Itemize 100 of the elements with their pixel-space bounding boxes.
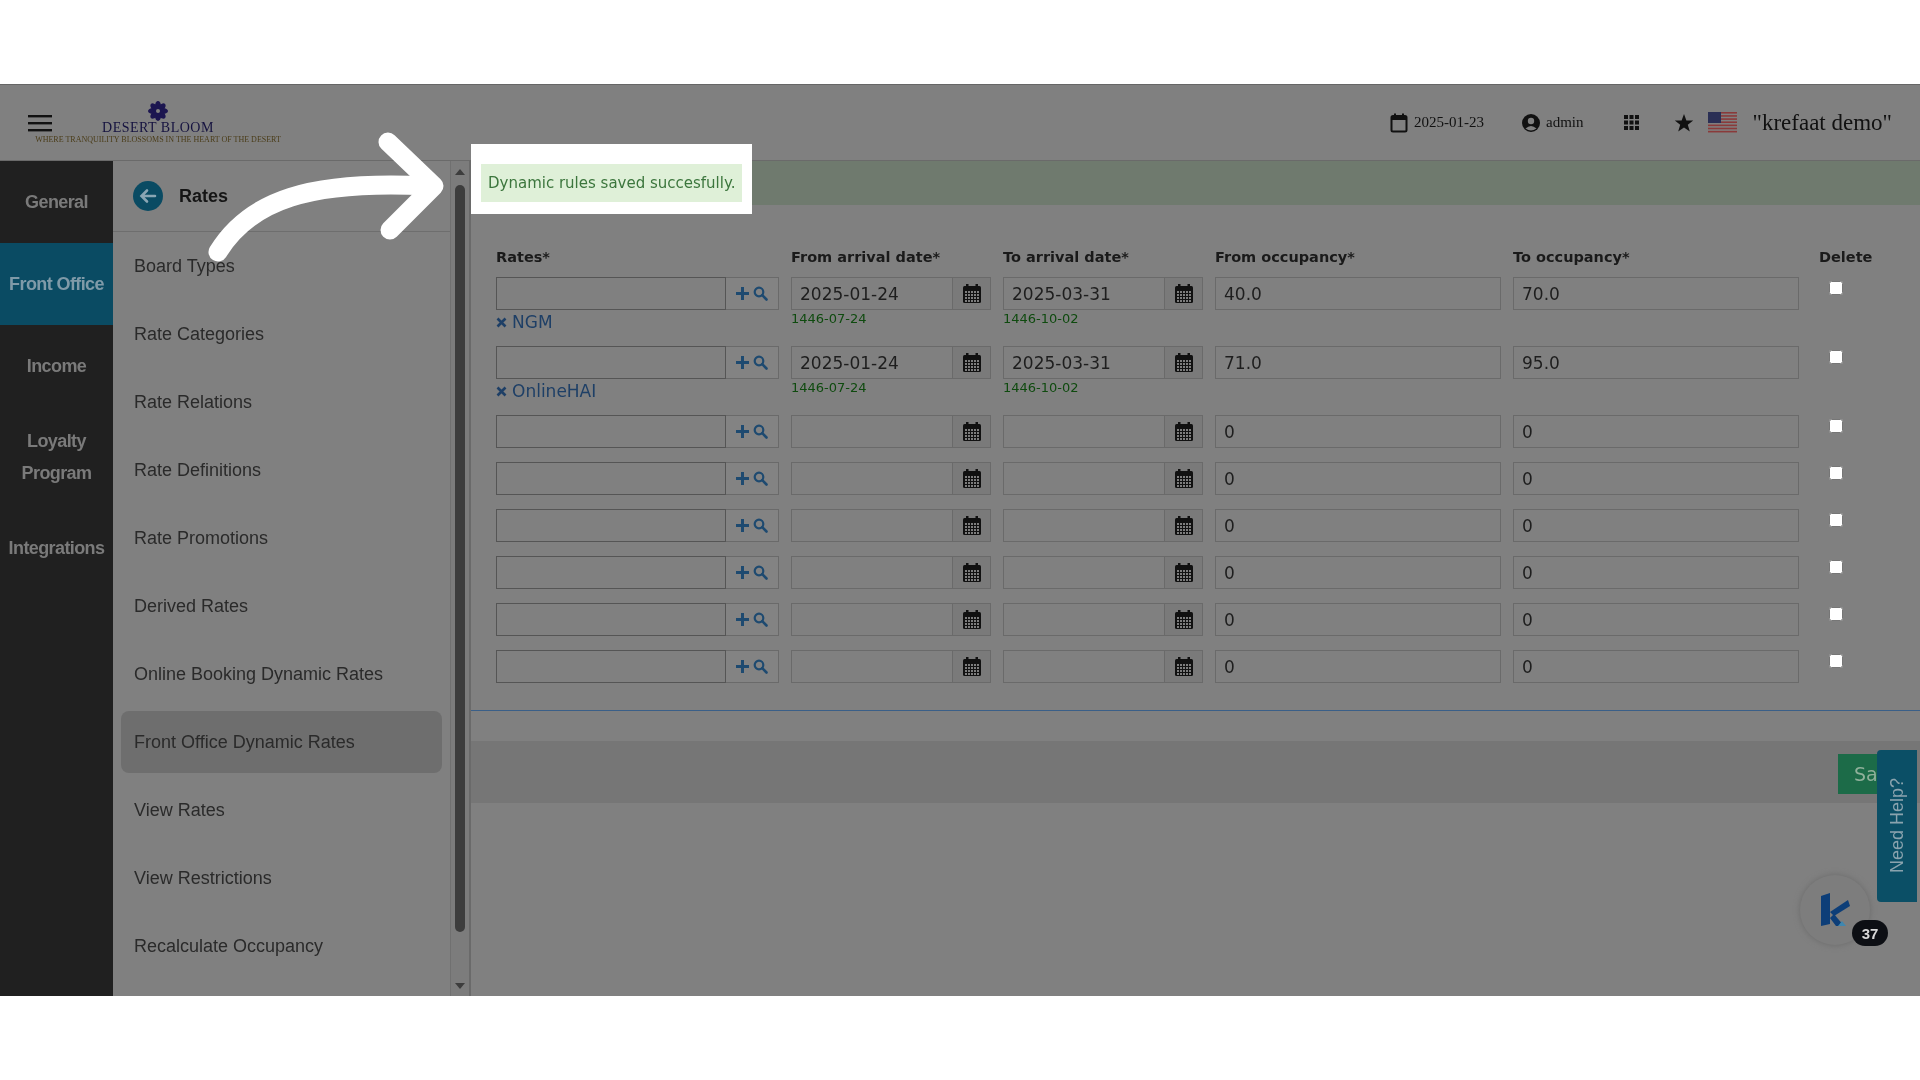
logo-name: DESERT BLOOM [102, 121, 214, 135]
occupancy-field[interactable]: 0 [1513, 415, 1799, 448]
delete-checkbox[interactable] [1829, 419, 1843, 433]
menu-icon[interactable] [28, 113, 52, 132]
module-tab[interactable]: Front Office [0, 243, 113, 325]
submenu-item[interactable]: Front Office Dynamic Rates [121, 711, 442, 773]
submenu-item[interactable]: Rate Relations [121, 371, 442, 433]
occupancy-field[interactable]: 0 [1215, 509, 1501, 542]
calendar-button[interactable] [1165, 556, 1203, 589]
module-tab[interactable]: Loyalty Program [0, 407, 113, 507]
occupancy-field[interactable]: 0 [1215, 603, 1501, 636]
calendar-button[interactable] [953, 462, 991, 495]
occupancy-field[interactable]: 0 [1513, 603, 1799, 636]
date-field[interactable]: 2025-01-24 [791, 277, 953, 310]
occupancy-field[interactable]: 0 [1215, 556, 1501, 589]
calendar-icon [960, 420, 983, 443]
occupancy-field[interactable]: 0 [1215, 415, 1501, 448]
module-tab[interactable]: Income [0, 325, 113, 407]
calendar-button[interactable] [1165, 509, 1203, 542]
occupancy-field[interactable]: 0 [1513, 650, 1799, 683]
save-button[interactable]: Sa [1838, 754, 1877, 794]
rate-field[interactable] [496, 509, 726, 542]
property-name[interactable]: "krefaat demo" [1752, 109, 1892, 136]
logo-tagline: WHERE TRANQUILITY BLOSSOMS IN THE HEART OF THE DESERT [35, 135, 281, 144]
submenu-item[interactable]: Rate Definitions [121, 439, 442, 501]
rate-field[interactable] [496, 650, 726, 683]
delete-checkbox[interactable] [1829, 466, 1843, 480]
calendar-button[interactable] [953, 509, 991, 542]
submenu-title: Rates [179, 185, 229, 207]
delete-checkbox[interactable] [1829, 607, 1843, 621]
submenu-item[interactable]: Rate Promotions [121, 507, 442, 569]
calendar-button[interactable] [953, 346, 991, 379]
delete-checkbox[interactable] [1829, 654, 1843, 668]
submenu-item[interactable]: Recalculate Occupancy [121, 915, 442, 977]
delete-checkbox[interactable] [1829, 350, 1843, 364]
add-search-button[interactable] [726, 603, 779, 636]
delete-checkbox[interactable] [1829, 560, 1843, 574]
calendar-icon [1172, 420, 1195, 443]
calendar-button[interactable] [1165, 415, 1203, 448]
add-search-button[interactable] [726, 650, 779, 683]
occupancy-field[interactable]: 0 [1215, 650, 1501, 683]
user-name[interactable]: admin [1546, 114, 1584, 131]
remove-icon[interactable] [496, 316, 507, 328]
submenu-item[interactable]: Online Booking Dynamic Rates [121, 643, 442, 705]
submenu-item[interactable]: View Restrictions [121, 847, 442, 909]
calendar-button[interactable] [1165, 346, 1203, 379]
calendar-button[interactable] [1165, 603, 1203, 636]
delete-checkbox[interactable] [1829, 281, 1843, 295]
add-search-button[interactable] [726, 415, 779, 448]
module-tab[interactable]: General [0, 161, 113, 243]
occupancy-field[interactable]: 40.0 [1215, 277, 1501, 310]
column-header: From arrival date* [791, 249, 942, 265]
submenu-item[interactable]: View Rates [121, 779, 442, 841]
occupancy-field[interactable]: 0 [1513, 462, 1799, 495]
date-field[interactable]: 2025-03-31 [1003, 277, 1165, 310]
help-tab[interactable]: Need Help? [1877, 750, 1917, 902]
remove-icon[interactable] [496, 385, 507, 397]
occupancy-field[interactable]: 71.0 [1215, 346, 1501, 379]
calendar-button[interactable] [1165, 277, 1203, 310]
rate-field[interactable] [496, 603, 726, 636]
calendar-button[interactable] [1165, 650, 1203, 683]
occupancy-field[interactable]: 0 [1513, 556, 1799, 589]
submenu-item[interactable]: Board Types [121, 235, 442, 297]
logo-icon [1818, 892, 1852, 928]
rate-field[interactable] [496, 556, 726, 589]
rate-field[interactable] [496, 277, 726, 310]
rate-field[interactable] [496, 462, 726, 495]
occupancy-field[interactable]: 0 [1215, 462, 1501, 495]
calendar-button[interactable] [1165, 462, 1203, 495]
add-search-button[interactable] [726, 346, 779, 379]
column-header: To arrival date* [1003, 249, 1130, 265]
hijri-date: 1446-10-02 [1003, 311, 1080, 326]
add-search-button[interactable] [726, 277, 779, 310]
occupancy-field[interactable]: 0 [1513, 509, 1799, 542]
module-tab[interactable]: Integrations [0, 507, 113, 589]
calendar-button[interactable] [953, 556, 991, 589]
occupancy-field[interactable]: 95.0 [1513, 346, 1799, 379]
delete-checkbox[interactable] [1829, 513, 1843, 527]
flag-icon[interactable] [1707, 111, 1737, 134]
occupancy-field[interactable]: 70.0 [1513, 277, 1799, 310]
add-search-button[interactable] [726, 556, 779, 589]
date-field[interactable]: 2025-03-31 [1003, 346, 1165, 379]
calendar-button[interactable] [953, 415, 991, 448]
add-search-button[interactable] [726, 462, 779, 495]
plus-icon [736, 356, 749, 369]
date-field[interactable]: 2025-01-24 [791, 346, 953, 379]
add-search-button[interactable] [726, 509, 779, 542]
calendar-button[interactable] [953, 277, 991, 310]
plus-icon [736, 287, 749, 300]
calendar-icon [960, 608, 983, 631]
calendar-button[interactable] [953, 603, 991, 636]
star-icon[interactable] [1673, 112, 1694, 133]
rate-field[interactable] [496, 415, 726, 448]
calendar-button[interactable] [953, 650, 991, 683]
hijri-date: 1446-07-24 [791, 380, 868, 395]
rate-field[interactable] [496, 346, 726, 379]
submenu-item[interactable]: Rate Categories [121, 303, 442, 365]
submenu-item[interactable]: Derived Rates [121, 575, 442, 637]
apps-grid-icon[interactable] [1623, 114, 1640, 131]
search-icon [753, 424, 768, 439]
